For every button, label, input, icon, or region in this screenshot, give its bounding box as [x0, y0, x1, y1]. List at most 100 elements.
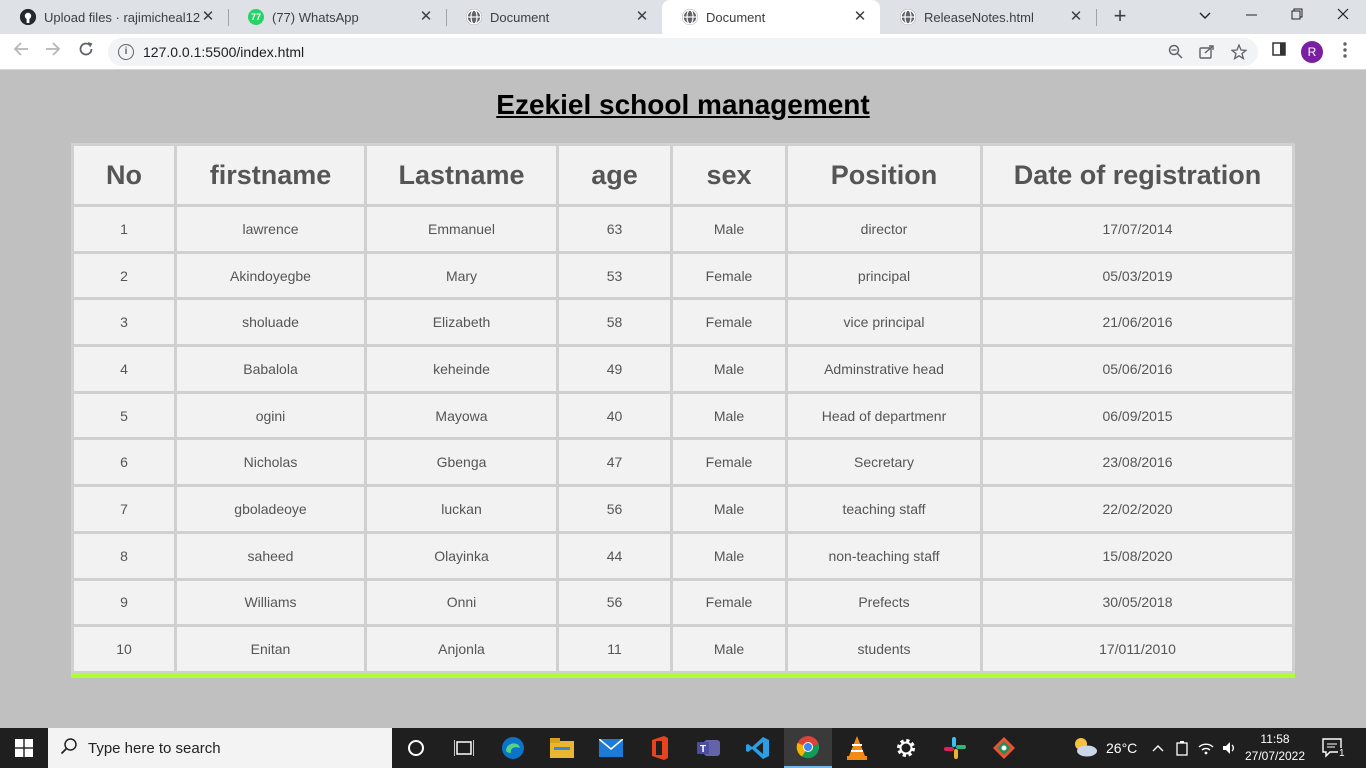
back-arrow-icon[interactable]	[9, 40, 33, 64]
cell-position: Head of departmenr	[788, 393, 980, 438]
cell-lastname: Anjonla	[367, 627, 556, 671]
profile-avatar[interactable]: R	[1301, 41, 1323, 63]
cell-firstname: Williams	[177, 580, 364, 625]
tab-strip: Upload files · rajimicheal123/ ✕ 77 (77)…	[0, 0, 1366, 34]
tab-github[interactable]: Upload files · rajimicheal123/ ✕	[0, 0, 228, 34]
system-clock[interactable]: 11:58 27/07/2022	[1240, 731, 1310, 765]
cell-sex: Male	[673, 487, 785, 531]
cell-date-of-registration: 17/011/2010	[983, 627, 1292, 671]
close-icon[interactable]: ✕	[418, 9, 434, 25]
git-icon[interactable]	[980, 728, 1028, 768]
cell-no: 1	[74, 207, 174, 251]
show-hidden-icons-chevron-icon[interactable]	[1152, 728, 1164, 768]
cell-no: 10	[74, 627, 174, 671]
cell-age: 49	[559, 347, 670, 391]
task-view-icon[interactable]	[440, 728, 488, 768]
cell-age: 63	[559, 207, 670, 251]
tab-search-chevron-icon[interactable]	[1182, 0, 1228, 30]
cell-age: 44	[559, 533, 670, 578]
weather-widget[interactable]: 26°C	[1072, 728, 1137, 768]
address-bar[interactable]: i 127.0.0.1:5500/index.html	[108, 38, 1258, 66]
cell-firstname: sholuade	[177, 300, 364, 345]
cell-age: 56	[559, 487, 670, 531]
tab-title: Upload files · rajimicheal123/	[44, 9, 200, 25]
windows-taskbar: Type here to search T 26°C 11:58 27/07/2…	[0, 728, 1366, 768]
cell-date-of-registration: 21/06/2016	[983, 300, 1292, 345]
share-icon[interactable]	[1198, 44, 1216, 62]
tab-document-1[interactable]: Document ✕	[446, 0, 662, 34]
browser-toolbar: i 127.0.0.1:5500/index.html R	[0, 34, 1366, 70]
edge-icon[interactable]	[489, 728, 537, 768]
chrome-icon[interactable]	[784, 728, 832, 768]
column-header-position: Position	[788, 146, 980, 204]
close-icon[interactable]: ✕	[634, 9, 650, 25]
notification-count: 1	[1338, 747, 1346, 759]
close-icon[interactable]: ✕	[200, 9, 216, 25]
close-icon[interactable]: ✕	[1068, 9, 1084, 25]
cell-position: principal	[788, 253, 980, 298]
clock-time: 11:58	[1260, 732, 1290, 746]
volume-icon[interactable]	[1222, 728, 1238, 768]
forward-arrow-icon[interactable]	[41, 40, 65, 64]
settings-gear-icon[interactable]	[882, 728, 930, 768]
cell-date-of-registration: 06/09/2015	[983, 393, 1292, 438]
restore-button[interactable]	[1274, 0, 1320, 30]
cell-date-of-registration: 05/03/2019	[983, 253, 1292, 298]
cell-sex: Male	[673, 627, 785, 671]
cell-no: 2	[74, 253, 174, 298]
table-body: 1 lawrence Emmanuel 63 Male director 17/07/201…	[74, 207, 1292, 671]
tab-title: (77) WhatsApp	[272, 9, 359, 25]
battery-icon[interactable]	[1175, 728, 1189, 768]
cell-date-of-registration: 17/07/2014	[983, 207, 1292, 251]
cell-lastname: Elizabeth	[367, 300, 556, 345]
cell-position: non-teaching staff	[788, 533, 980, 578]
star-icon[interactable]	[1230, 43, 1248, 62]
search-icon	[60, 737, 80, 760]
table-row: 1 lawrence Emmanuel 63 Male director 17/07/201…	[74, 207, 1292, 251]
github-icon	[20, 9, 36, 25]
cell-date-of-registration: 15/08/2020	[983, 533, 1292, 578]
close-icon[interactable]: ✕	[852, 9, 868, 25]
tab-whatsapp[interactable]: 77 (77) WhatsApp ✕	[228, 0, 446, 34]
column-header-date-of-registration: Date of registration	[983, 146, 1292, 204]
close-window-button[interactable]	[1320, 0, 1366, 30]
zoom-icon[interactable]	[1166, 44, 1184, 62]
side-panel-icon[interactable]	[1269, 42, 1289, 62]
table-row: 9 Williams Onni 56 Female Prefects 30/05/2018	[74, 580, 1292, 625]
mail-icon[interactable]	[587, 728, 635, 768]
cell-position: director	[788, 207, 980, 251]
cell-position: Secretary	[788, 440, 980, 485]
cell-lastname: Olayinka	[367, 533, 556, 578]
wifi-icon[interactable]	[1198, 728, 1214, 768]
file-explorer-icon[interactable]	[538, 728, 586, 768]
cell-position: Adminstrative head	[788, 347, 980, 391]
cell-sex: Female	[673, 580, 785, 625]
slack-icon[interactable]	[931, 728, 979, 768]
vscode-icon[interactable]	[734, 728, 782, 768]
cortana-icon[interactable]	[392, 728, 440, 768]
office-icon[interactable]	[636, 728, 684, 768]
weather-temperature: 26°C	[1106, 740, 1138, 756]
cell-position: teaching staff	[788, 487, 980, 531]
cell-sex: Female	[673, 253, 785, 298]
cell-position: Prefects	[788, 580, 980, 625]
notification-center-icon[interactable]: 1	[1322, 728, 1346, 768]
windows-start-icon[interactable]	[0, 728, 48, 768]
cell-date-of-registration: 05/06/2016	[983, 347, 1292, 391]
info-icon[interactable]: i	[118, 44, 134, 60]
menu-dots-icon[interactable]	[1335, 42, 1355, 62]
vlc-icon[interactable]	[833, 728, 881, 768]
minimize-button[interactable]	[1228, 0, 1274, 30]
tab-document-2[interactable]: Document ✕	[662, 0, 880, 34]
cell-no: 9	[74, 580, 174, 625]
column-header-age: age	[559, 146, 670, 204]
reload-icon[interactable]	[74, 40, 98, 64]
taskbar-search-box[interactable]: Type here to search	[48, 728, 392, 768]
cell-firstname: lawrence	[177, 207, 364, 251]
cell-firstname: gboladeoye	[177, 487, 364, 531]
tab-title: Document	[706, 9, 766, 25]
cell-sex: Male	[673, 347, 785, 391]
new-tab-button[interactable]: +	[1108, 5, 1132, 29]
teams-icon[interactable]: T	[685, 728, 733, 768]
tab-releasenotes[interactable]: ReleaseNotes.html ✕	[880, 0, 1096, 34]
